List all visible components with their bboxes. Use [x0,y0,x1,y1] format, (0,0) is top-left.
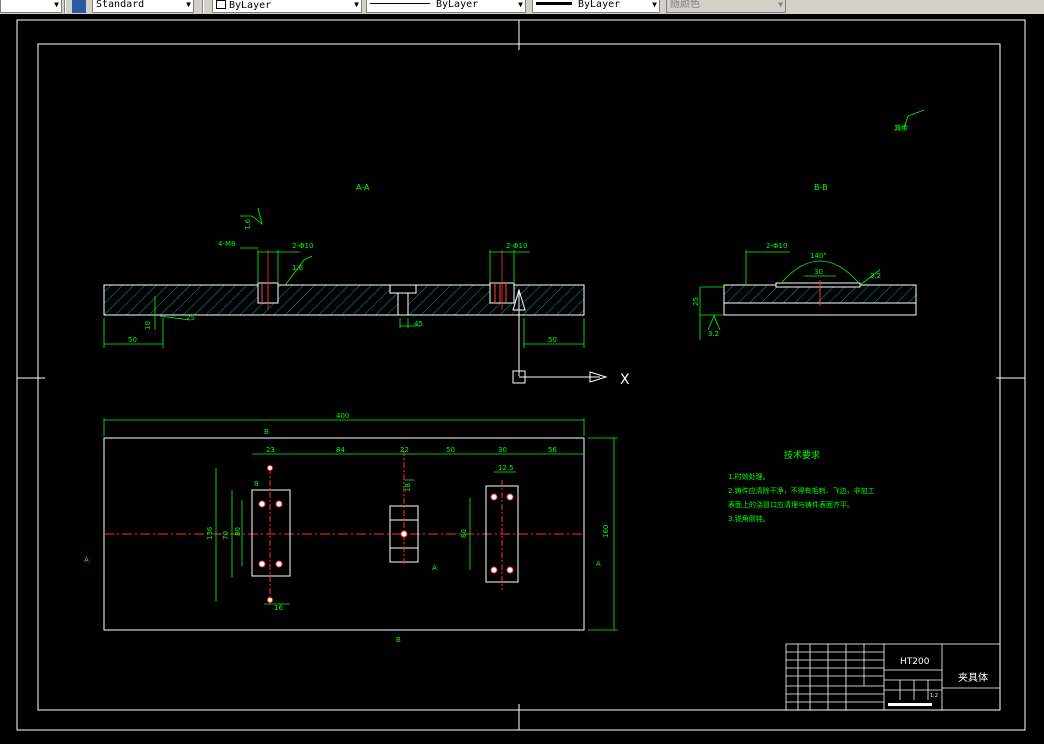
tech-req-item: 3.锐角倒钝。 [728,514,770,523]
dim-right-offset: 50 [548,336,557,344]
chevron-down-icon: ▼ [652,0,657,9]
dim-136: 136 [206,526,214,540]
dim-left-offset: 50 [128,336,137,344]
dim-56: 56 [548,446,557,454]
linetype-select[interactable]: ByLayer ▼ [366,0,526,13]
dim-12-5: 12.5 [498,464,514,472]
tech-req-item: 1.时效处理。 [728,472,770,481]
lineweight-value: ByLayer [578,0,621,10]
section-mark-a-right: A [596,560,601,568]
dim-8: 8 [254,480,258,488]
dim-30: 30 [498,446,507,454]
section-mark-a-mid: A [432,564,437,572]
dim-50: 50 [446,446,455,454]
dim-hole-left: 2-Φ10 [292,242,313,250]
section-bb-label: B-B [814,183,828,192]
title-material: HT200 [900,657,930,667]
dim-70: 70 [222,531,230,540]
toolbar-separator [202,0,204,13]
section-aa-label: A-A [356,183,370,192]
plot-style-value: 随颜色 [670,0,700,10]
chevron-down-icon: ▼ [54,0,59,9]
dim-ra-32: 3.2 [870,272,881,280]
dim-84: 84 [336,446,345,454]
properties-toolbar: ▼ Standard ▼ ByLayer ▼ ByLayer ▼ ByLayer… [0,0,1044,15]
section-mark-a-left: A [84,556,89,564]
dim-overall-length: 400 [336,412,349,420]
dim-thickness: 10 [144,321,152,330]
text-style-select[interactable]: Standard ▼ [92,0,194,13]
color-swatch-icon [216,0,226,9]
dim-b-30: 30 [814,268,823,276]
color-select[interactable]: ByLayer ▼ [212,0,362,13]
tech-req-item: 2.铸件应清除干净，不得有毛刺、飞边，非加工 [728,486,875,495]
title-ratio: 1:2 [930,693,938,699]
dim-thread: 4-M8 [218,240,235,248]
text-style-icon[interactable] [72,0,86,13]
dim-22: 22 [400,446,409,454]
dim-ra-16: 1.6 [292,264,304,272]
toolbar-separator [64,0,66,13]
surface-note: 其余 [894,123,908,132]
linetype-value: ByLayer [436,0,479,10]
axis-x-label: X [620,372,630,388]
dim-overall-width: 160 [602,525,610,538]
lineweight-select[interactable]: ByLayer ▼ [532,0,660,13]
cad-drawing: A-A 50 50 10 25 2-Φ10 2-Φ10 4-M8 1.6 45 … [0,14,1044,740]
dim-d45: 45 [414,320,423,328]
dim-b-height: 25 [692,297,700,306]
section-mark-b-top: B [264,428,269,436]
dim-b-holes: 2-Φ10 [766,242,787,250]
drawing-canvas[interactable]: A-A 50 50 10 25 2-Φ10 2-Φ10 4-M8 1.6 45 … [0,14,1044,740]
tech-req-title: 技术要求 [784,449,820,461]
dim-hole-right: 2-Φ10 [506,242,527,250]
plot-style-select[interactable]: 随颜色 ▼ [666,0,786,13]
linetype-preview-icon [370,3,430,4]
section-mark-b-bottom: B [396,636,401,644]
dim-80: 80 [234,527,242,536]
lineweight-preview-icon [536,2,572,5]
chevron-down-icon: ▼ [778,0,783,9]
chevron-down-icon: ▼ [354,0,359,9]
dim-18: 18 [404,483,412,492]
text-style-value: Standard [96,0,145,10]
dim-d25: 25 [186,314,195,322]
dim-right-80: 80 [460,529,468,538]
dim-angle: 140° [810,252,827,260]
chevron-down-icon: ▼ [518,0,523,9]
dim-16: 16 [274,604,283,612]
tech-req-item: 表面上的浇冒口应清理与铸件表面齐平。 [728,500,854,509]
chevron-down-icon: ▼ [186,0,191,9]
toolbar-combo-left[interactable]: ▼ [0,0,62,13]
dim-ra-16b: 1.6 [244,218,252,230]
dim-ra-32b: 3.2 [708,330,719,338]
dim-23: 23 [266,446,275,454]
color-value: ByLayer [229,0,272,11]
title-part-name: 夹具体 [958,671,988,684]
